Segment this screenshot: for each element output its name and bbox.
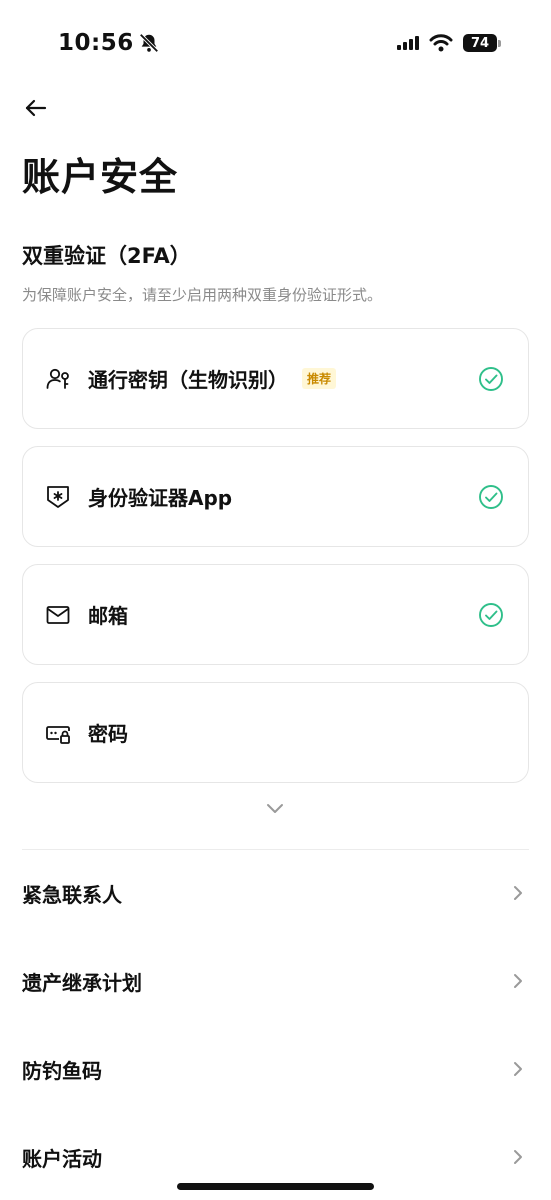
menu-item-label: 遗产继承计划 [22,970,142,995]
cellular-signal-icon [397,36,419,50]
menu-item-emergency-contact[interactable]: 紧急联系人 [22,873,529,913]
home-indicator[interactable] [177,1183,374,1190]
chevron-down-icon[interactable] [264,797,286,819]
wifi-icon [429,34,453,52]
mail-icon [46,605,70,624]
battery-icon: 74 [463,34,501,52]
card-label: 邮箱 [88,604,128,628]
password-lock-icon [46,725,70,744]
chevron-right-icon [514,1150,522,1164]
battery-level: 74 [463,34,497,52]
divider [22,849,529,850]
menu-item-account-activity[interactable]: 账户活动 [22,1137,529,1177]
check-circle-icon [479,602,503,627]
menu-item-label: 账户活动 [22,1146,102,1171]
section-subtitle-2fa: 为保障账户安全，请至少启用两种双重身份验证形式。 [22,286,383,304]
status-time-text: 10:56 [58,30,134,56]
passkey-icon [46,368,69,389]
system-icons: 74 [397,34,501,52]
page-title: 账户安全 [22,155,179,199]
card-password[interactable]: 密码 [22,682,529,783]
chevron-right-icon [514,974,522,988]
menu-item-anti-phishing-code[interactable]: 防钓鱼码 [22,1049,529,1089]
check-circle-icon [479,366,503,391]
chevron-right-icon [514,886,522,900]
card-label: 密码 [88,722,128,746]
menu-item-label: 防钓鱼码 [22,1058,102,1083]
bell-muted-icon [139,33,159,53]
authenticator-shield-icon [47,485,69,508]
check-circle-icon [479,484,503,509]
section-title-2fa: 双重验证（2FA） [22,244,191,268]
recommended-badge: 推荐 [302,368,337,389]
card-label: 通行密钥（生物识别） [88,368,288,392]
card-authenticator-app[interactable]: 身份验证器App [22,446,529,547]
card-passkey[interactable]: 通行密钥（生物识别） 推荐 [22,328,529,429]
status-time: 10:56 [58,30,160,56]
menu-item-inheritance-plan[interactable]: 遗产继承计划 [22,961,529,1001]
card-label: 身份验证器App [88,486,233,510]
menu-item-label: 紧急联系人 [22,882,122,907]
card-email[interactable]: 邮箱 [22,564,529,665]
back-arrow-icon[interactable] [24,96,48,120]
chevron-right-icon [514,1062,522,1076]
status-bar: 10:56 74 [0,0,551,90]
